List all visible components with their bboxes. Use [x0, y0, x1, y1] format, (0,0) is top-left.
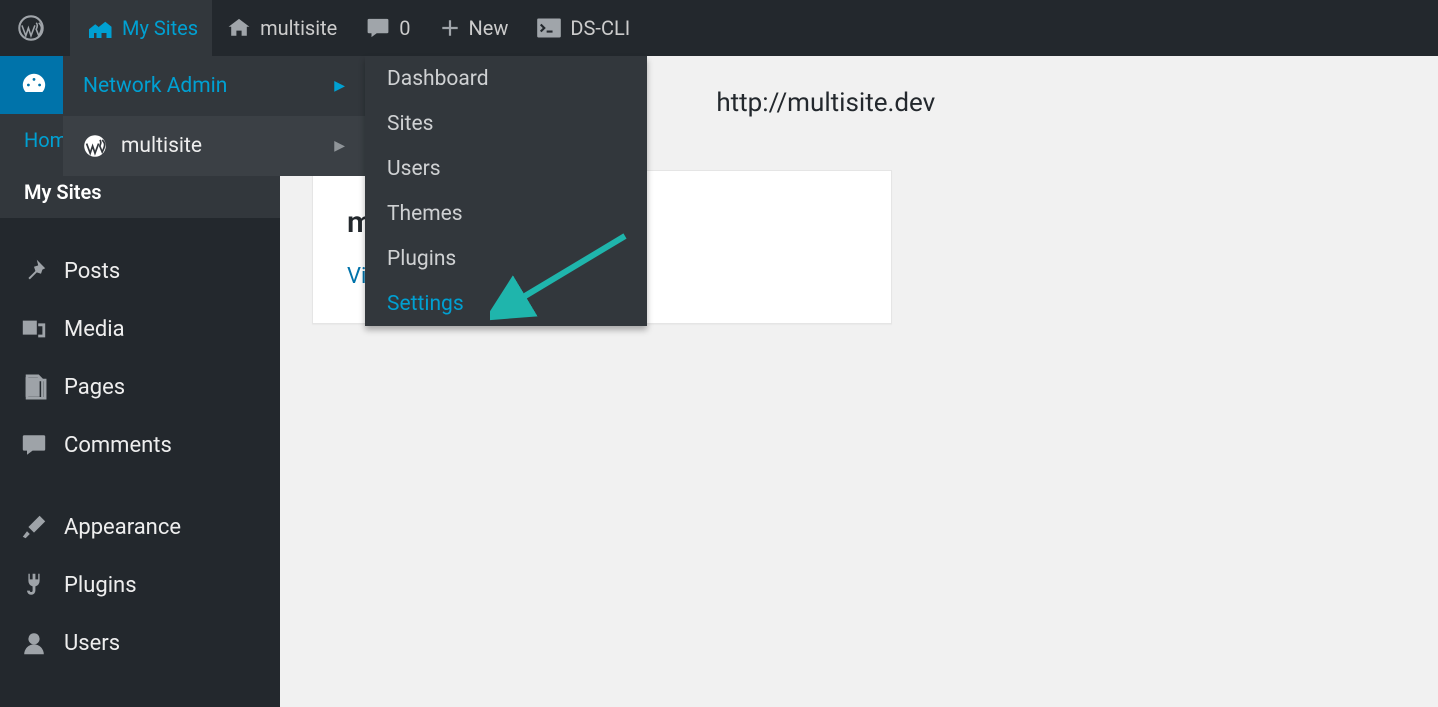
sidebar-label: Appearance — [64, 515, 181, 540]
brush-icon — [20, 513, 48, 541]
submenu-settings[interactable]: Settings — [365, 281, 647, 326]
wordpress-icon — [83, 134, 107, 158]
plus-icon — [439, 17, 461, 39]
submenu-label: Users — [387, 157, 441, 181]
sidebar-comments[interactable]: Comments — [0, 416, 280, 474]
my-sites-label: My Sites — [122, 16, 198, 40]
caret-right-icon: ▶ — [334, 138, 345, 154]
terminal-icon — [536, 17, 562, 39]
network-site-item[interactable]: multisite ▶ — [63, 116, 365, 176]
sidebar-plugins[interactable]: Plugins — [0, 556, 280, 614]
network-admin-item[interactable]: Network Admin ▶ — [63, 56, 365, 116]
dashboard-icon — [20, 71, 48, 99]
plug-icon — [20, 571, 48, 599]
submenu-themes[interactable]: Themes — [365, 191, 647, 236]
sidebar-label: Pages — [64, 375, 125, 400]
submenu-label: Plugins — [387, 247, 456, 271]
sidebar-label: Posts — [64, 259, 120, 284]
comment-icon — [365, 15, 391, 41]
my-sites-button[interactable]: My Sites — [70, 0, 212, 56]
site-name-label: multisite — [260, 16, 337, 40]
submenu-plugins[interactable]: Plugins — [365, 236, 647, 281]
comments-button[interactable]: 0 — [351, 0, 424, 56]
caret-right-icon: ▶ — [334, 78, 345, 94]
user-icon — [20, 629, 48, 657]
comment-count: 0 — [399, 16, 410, 40]
sidebar-label: Media — [64, 317, 125, 342]
submenu-label: Sites — [387, 112, 433, 136]
submenu-label: Themes — [387, 202, 463, 226]
network-admin-label: Network Admin — [83, 74, 227, 98]
site-home-button[interactable]: multisite — [212, 0, 351, 56]
sidebar-label: Plugins — [64, 573, 137, 598]
admin-bar: My Sites multisite 0 New DS-CLI — [0, 0, 1438, 56]
network-admin-submenu: Dashboard Sites Users Themes Plugins Set… — [365, 56, 647, 326]
wordpress-icon — [18, 15, 44, 41]
ds-cli-button[interactable]: DS-CLI — [522, 0, 644, 56]
comment-icon — [20, 431, 48, 459]
media-icon — [20, 315, 48, 343]
wp-logo-button[interactable] — [0, 0, 70, 56]
submenu-label: Settings — [387, 292, 464, 316]
sidebar-users[interactable]: Users — [0, 614, 280, 672]
sidebar-sub-label: My Sites — [24, 180, 102, 204]
sidebar-media[interactable]: Media — [0, 300, 280, 358]
sidebar-appearance[interactable]: Appearance — [0, 498, 280, 556]
network-site-label: multisite — [121, 134, 202, 158]
submenu-dashboard[interactable]: Dashboard — [365, 56, 647, 101]
home-icon — [226, 15, 252, 41]
new-label: New — [469, 16, 509, 40]
submenu-label: Dashboard — [387, 67, 489, 91]
sidebar-pages[interactable]: Pages — [0, 358, 280, 416]
sidebar-posts[interactable]: Posts — [0, 242, 280, 300]
sidebar-label: Comments — [64, 433, 172, 458]
new-button[interactable]: New — [425, 0, 523, 56]
my-sites-dropdown: Network Admin ▶ multisite ▶ — [63, 56, 365, 176]
pin-icon — [20, 257, 48, 285]
ds-cli-label: DS-CLI — [570, 16, 630, 40]
my-sites-icon — [84, 15, 114, 41]
site-url: http://multisite.dev — [716, 88, 935, 118]
sidebar-label: Users — [64, 631, 120, 656]
pages-icon — [20, 373, 48, 401]
submenu-sites[interactable]: Sites — [365, 101, 647, 146]
submenu-users[interactable]: Users — [365, 146, 647, 191]
